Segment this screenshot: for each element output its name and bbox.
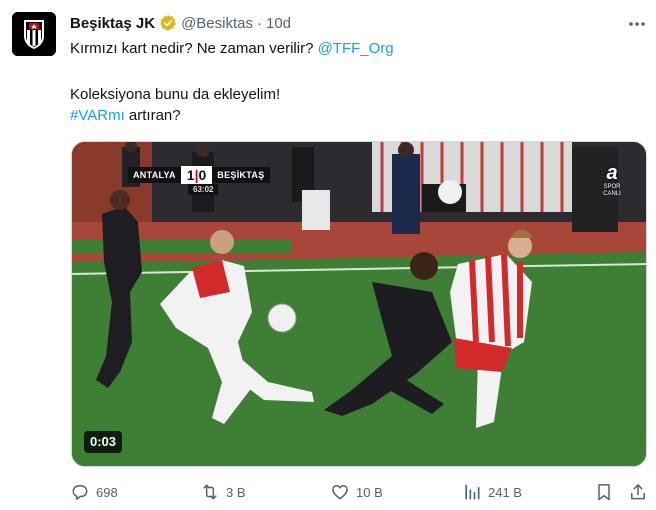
channel-logo: a SPOR CANLI (592, 162, 632, 198)
like-count: 10 B (356, 484, 383, 500)
scorebug-clock: 63:02 (188, 184, 219, 195)
separator-dot: · (256, 14, 262, 32)
video-duration-badge: 0:03 (84, 431, 123, 453)
views-chart-icon (465, 484, 480, 500)
more-options-button[interactable] (626, 14, 648, 34)
scorebug-home-team: ANTALYA (128, 167, 181, 183)
scorebug: ANTALYA 1|0 BEŞİKTAŞ 63:02 (128, 166, 270, 195)
author-handle[interactable]: @Besiktas (181, 15, 253, 32)
share-button[interactable] (628, 480, 648, 504)
tweet-header: Beşiktaş JK @Besiktas · 10d (70, 12, 291, 34)
reply-icon (72, 485, 88, 500)
bookmark-button[interactable] (594, 480, 614, 504)
share-icon (631, 484, 645, 500)
like-button[interactable]: 10 B (330, 480, 383, 504)
retweet-count: 3 B (226, 484, 246, 500)
scorebug-away-score: 0 (198, 167, 207, 183)
reply-button[interactable]: 698 (70, 480, 118, 504)
tweet[interactable]: Beşiktaş JK @Besiktas · 10d Kırmızı kart… (0, 0, 656, 510)
besiktas-crest-icon (12, 12, 56, 56)
verified-badge-icon (160, 14, 176, 31)
heart-icon (332, 485, 348, 500)
video-player[interactable]: ANTALYA 1|0 BEŞİKTAŞ 63:02 a SPOR CANLI … (71, 141, 647, 467)
retweet-icon (203, 484, 217, 500)
retweet-button[interactable]: 3 B (200, 480, 246, 504)
scorebug-home-score: 1 (186, 167, 195, 183)
scorebug-score: 1|0 (180, 166, 213, 184)
reply-count: 698 (96, 484, 118, 500)
tweet-text-line-2: Koleksiyona bunu da ekleyelim! (70, 86, 281, 103)
channel-logo-sub-1: SPOR (603, 184, 621, 190)
hashtag-link[interactable]: #VARmı (70, 107, 125, 124)
tweet-time[interactable]: 10d (266, 15, 291, 32)
author-name[interactable]: Beşiktaş JK (70, 15, 155, 32)
tweet-text: artıran? (124, 107, 181, 124)
channel-logo-sub-2: CANLI (603, 191, 621, 197)
bookmark-icon (598, 484, 610, 501)
channel-logo-mark: a (606, 162, 618, 184)
tweet-text: Kırmızı kart nedir? Ne zaman verilir? (70, 40, 318, 57)
views-count: 241 B (488, 484, 522, 500)
tweet-actions: 698 3 B 10 B 241 B (70, 480, 650, 504)
tweet-text-line-1: Kırmızı kart nedir? Ne zaman verilir? @T… (70, 39, 640, 59)
more-horizontal-icon (629, 22, 645, 26)
mention-link[interactable]: @TFF_Org (318, 40, 394, 57)
scorebug-away-team: BEŞİKTAŞ (212, 167, 270, 183)
views-button[interactable]: 241 B (462, 480, 522, 504)
avatar[interactable] (12, 12, 56, 56)
match-video-frame (72, 142, 646, 466)
tweet-text-line-3: #VARmı artıran? (70, 106, 640, 126)
